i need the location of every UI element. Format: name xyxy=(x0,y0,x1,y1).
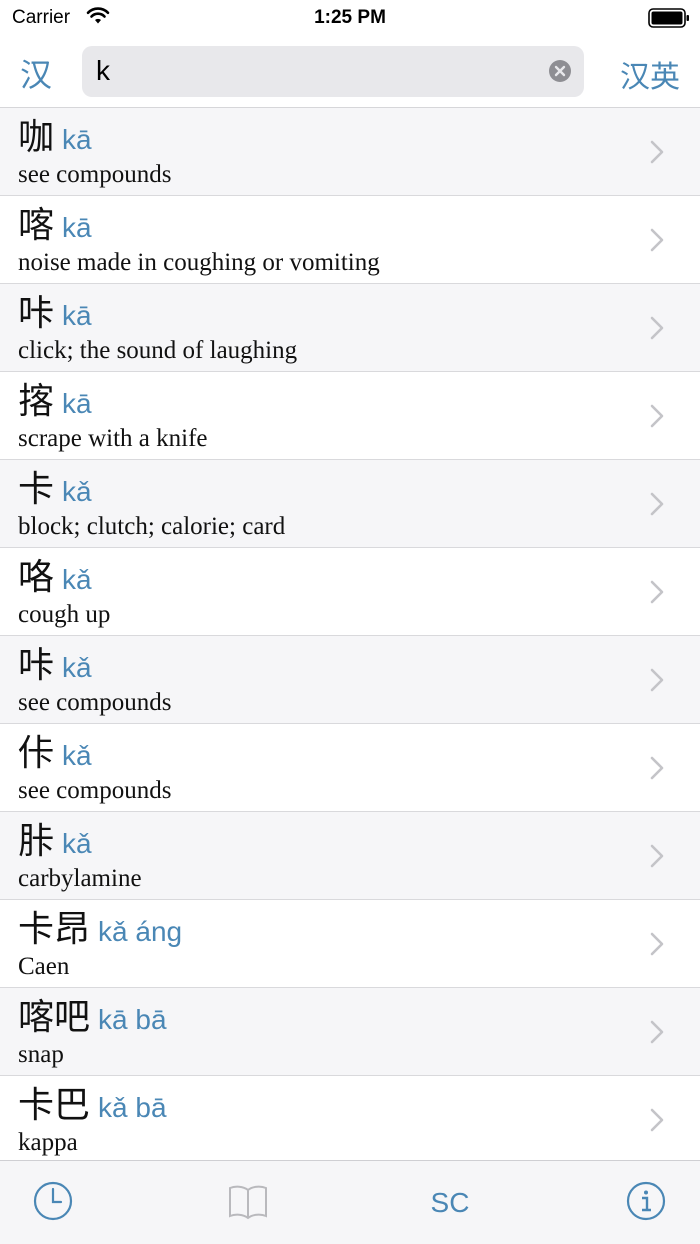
chevron-right-icon xyxy=(650,228,664,252)
result-gloss: scrape with a knife xyxy=(18,425,208,452)
clear-icon[interactable] xyxy=(548,59,572,83)
result-row[interactable]: 卡昂 kǎ áng Caen xyxy=(0,900,700,988)
chevron-right-icon xyxy=(650,1020,664,1044)
result-hanzi: 咔 kā xyxy=(18,292,92,338)
pinyin-text: kā bā xyxy=(98,1004,167,1035)
result-hanzi: 佧 kǎ xyxy=(18,732,92,778)
result-hanzi: 卡巴 kǎ bā xyxy=(18,1084,167,1130)
tab-bar: SC xyxy=(0,1160,700,1244)
pinyin-text: kǎ bā xyxy=(98,1092,167,1123)
chevron-right-icon xyxy=(650,1108,664,1132)
pinyin-text: kǎ xyxy=(62,476,92,507)
clock-icon[interactable] xyxy=(32,1179,74,1223)
pinyin-text: kā xyxy=(62,388,92,419)
result-row[interactable]: 咔 kā click; the sound of laughing xyxy=(0,284,700,372)
result-gloss: noise made in coughing or vomiting xyxy=(18,249,380,276)
hanzi-text: 喀 xyxy=(18,205,55,246)
hanzi-text: 喀吧 xyxy=(18,997,91,1038)
chevron-right-icon xyxy=(650,580,664,604)
result-row[interactable]: 揢 kā scrape with a knife xyxy=(0,372,700,460)
result-hanzi: 揢 kā xyxy=(18,380,92,426)
result-row[interactable]: 卡巴 kǎ bā kappa xyxy=(0,1076,700,1160)
result-hanzi: 卡 kǎ xyxy=(18,468,92,514)
pinyin-text: kǎ xyxy=(62,564,92,595)
result-gloss: Caen xyxy=(18,953,70,980)
hanzi-text: 胩 xyxy=(18,821,55,862)
result-row[interactable]: 卡 kǎ block; clutch; calorie; card xyxy=(0,460,700,548)
pinyin-text: kǎ áng xyxy=(98,916,183,947)
status-time: 1:25 PM xyxy=(314,7,386,28)
result-hanzi: 咔 kǎ xyxy=(18,644,92,690)
result-row[interactable]: 佧 kǎ see compounds xyxy=(0,724,700,812)
hanzi-text: 佧 xyxy=(18,733,55,774)
script-toggle-button[interactable]: SC xyxy=(420,1187,480,1231)
hanzi-text: 咔 xyxy=(18,645,55,686)
hanzi-text: 卡昂 xyxy=(18,909,91,950)
chevron-right-icon xyxy=(650,756,664,780)
result-gloss: carbylamine xyxy=(18,865,142,892)
info-icon[interactable] xyxy=(625,1179,667,1223)
pinyin-text: kǎ xyxy=(62,740,92,771)
result-row[interactable]: 喀吧 kā bā snap xyxy=(0,988,700,1076)
hanzi-text: 咯 xyxy=(18,557,55,598)
chevron-right-icon xyxy=(650,844,664,868)
result-hanzi: 胩 kǎ xyxy=(18,820,92,866)
hanzi-text: 咖 xyxy=(18,117,55,158)
pinyin-text: kā xyxy=(62,212,92,243)
result-hanzi: 喀 kā xyxy=(18,204,92,250)
chevron-right-icon xyxy=(650,932,664,956)
chevron-right-icon xyxy=(650,316,664,340)
search-input[interactable]: k xyxy=(82,46,584,97)
result-gloss: see compounds xyxy=(18,777,172,804)
search-bar: 汉 k 汉英 xyxy=(0,36,700,108)
chevron-right-icon xyxy=(650,404,664,428)
result-gloss: snap xyxy=(18,1041,64,1068)
book-icon[interactable] xyxy=(227,1179,269,1223)
hanzi-text: 卡巴 xyxy=(18,1085,91,1126)
result-gloss: see compounds xyxy=(18,161,172,188)
result-gloss: click; the sound of laughing xyxy=(18,337,298,364)
result-row[interactable]: 咯 kǎ cough up xyxy=(0,548,700,636)
result-gloss: see compounds xyxy=(18,689,172,716)
result-gloss: block; clutch; calorie; card xyxy=(18,513,286,540)
search-query[interactable]: k xyxy=(96,55,110,87)
pinyin-text: kǎ xyxy=(62,828,92,859)
chevron-right-icon xyxy=(650,668,664,692)
chevron-right-icon xyxy=(650,492,664,516)
result-gloss: cough up xyxy=(18,601,111,628)
pinyin-text: kā xyxy=(62,124,92,155)
result-row[interactable]: 喀 kā noise made in coughing or vomiting xyxy=(0,196,700,284)
hanzi-text: 揢 xyxy=(18,381,55,422)
results-list: 咖 kā see compounds 喀 kā noise made in coughin… xyxy=(0,108,700,1160)
result-row[interactable]: 咔 kǎ see compounds xyxy=(0,636,700,724)
status-bar: Carrier 1:25 PM xyxy=(0,0,700,36)
dictionary-direction-button[interactable]: 汉英 xyxy=(620,52,680,96)
result-gloss: kappa xyxy=(18,1129,78,1156)
pinyin-text: kǎ xyxy=(62,652,92,683)
result-hanzi: 咖 kā xyxy=(18,116,92,162)
battery-icon xyxy=(648,8,689,28)
result-hanzi: 咯 kǎ xyxy=(18,556,92,602)
result-hanzi: 喀吧 kā bā xyxy=(18,996,167,1042)
hanzi-mode-button[interactable]: 汉 xyxy=(20,50,52,96)
result-row[interactable]: 胩 kǎ carbylamine xyxy=(0,812,700,900)
hanzi-text: 卡 xyxy=(18,469,55,510)
result-row[interactable]: 咖 kā see compounds xyxy=(0,108,700,196)
hanzi-text: 咔 xyxy=(18,293,55,334)
result-hanzi: 卡昂 kǎ áng xyxy=(18,908,182,954)
chevron-right-icon xyxy=(650,140,664,164)
pinyin-text: kā xyxy=(62,300,92,331)
